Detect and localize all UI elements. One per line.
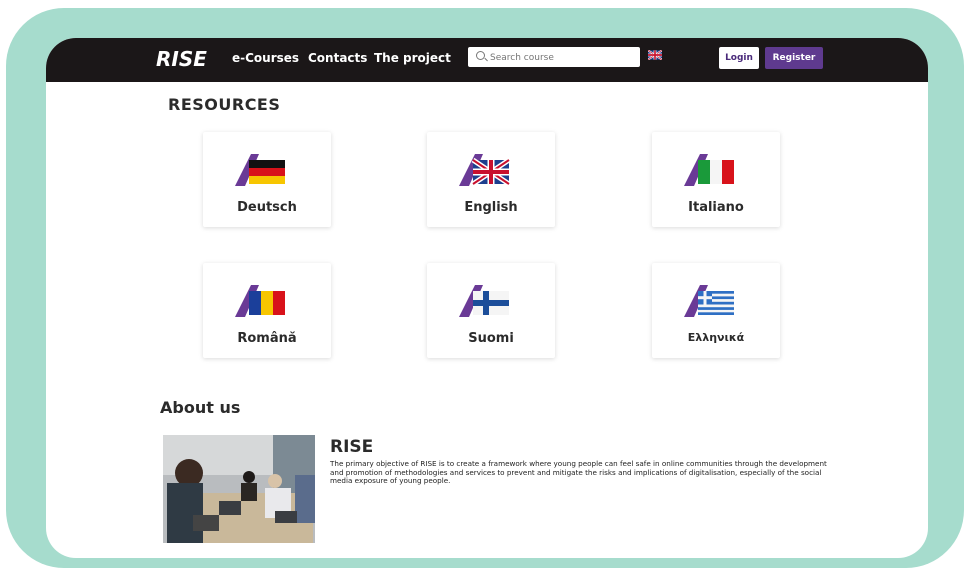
language-label: English bbox=[464, 200, 518, 215]
top-navbar: RISE e-Courses Contacts The project Logi… bbox=[46, 38, 928, 82]
search-input[interactable] bbox=[488, 49, 637, 66]
nav-contacts[interactable]: Contacts bbox=[308, 51, 367, 65]
about-us-title: About us bbox=[160, 398, 241, 417]
search-box[interactable] bbox=[468, 47, 640, 67]
language-card-deutsch[interactable]: Deutsch bbox=[203, 132, 331, 227]
language-card-english[interactable]: English bbox=[427, 132, 555, 227]
nav-ecourses[interactable]: e-Courses bbox=[232, 51, 299, 65]
team-meeting-photo bbox=[163, 435, 315, 543]
rise-logo[interactable]: RISE bbox=[156, 47, 207, 71]
language-card-suomi[interactable]: Suomi bbox=[427, 263, 555, 358]
login-button[interactable]: Login bbox=[719, 47, 759, 69]
resources-title: RESOURCES bbox=[168, 95, 281, 114]
romania-flag-icon bbox=[235, 285, 285, 317]
italy-flag-icon bbox=[684, 154, 734, 186]
language-card-italiano[interactable]: Italiano bbox=[652, 132, 780, 227]
language-label: Suomi bbox=[468, 331, 514, 346]
language-label: Italiano bbox=[688, 200, 744, 215]
language-card-romana[interactable]: Română bbox=[203, 263, 331, 358]
rise-heading: RISE bbox=[330, 437, 374, 457]
greece-flag-icon bbox=[684, 285, 734, 317]
language-label: Deutsch bbox=[237, 200, 297, 215]
finland-flag-icon bbox=[459, 285, 509, 317]
language-card-ellinika[interactable]: Ελληνικά bbox=[652, 263, 780, 358]
germany-flag-icon bbox=[235, 154, 285, 186]
uk-flag-icon bbox=[459, 154, 511, 187]
about-description: The primary objective of RISE is to crea… bbox=[330, 459, 827, 486]
nav-the-project[interactable]: The project bbox=[374, 51, 451, 65]
language-label: Română bbox=[237, 331, 297, 346]
register-button[interactable]: Register bbox=[765, 47, 823, 69]
browser-screen: RISE e-Courses Contacts The project Logi… bbox=[46, 38, 928, 558]
language-label: Ελληνικά bbox=[687, 331, 745, 344]
uk-flag-icon[interactable] bbox=[648, 50, 662, 60]
search-icon bbox=[476, 51, 485, 60]
